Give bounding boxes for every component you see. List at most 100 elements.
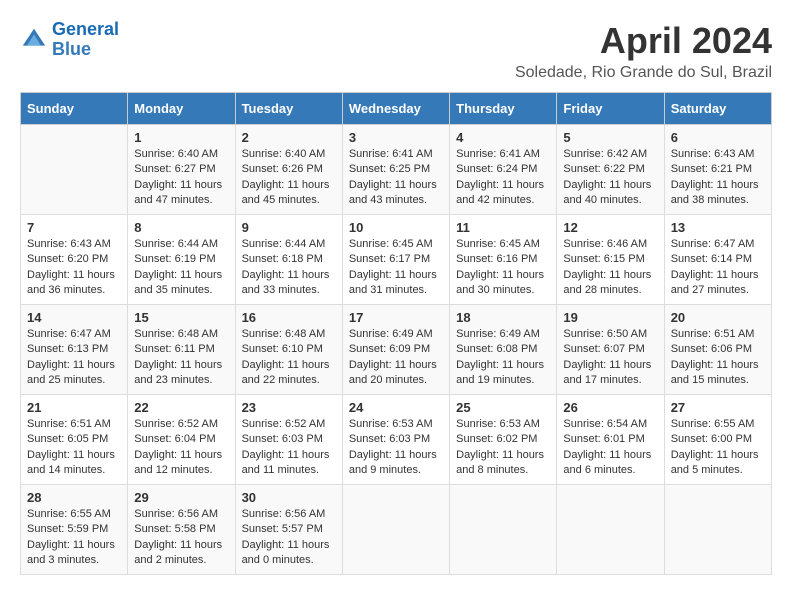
day-info: Sunrise: 6:43 AMSunset: 6:21 PMDaylight:… [671, 147, 765, 209]
logo-icon [20, 26, 48, 54]
day-info: Sunrise: 6:54 AMSunset: 6:01 PMDaylight:… [563, 417, 657, 479]
day-number: 2 [242, 130, 336, 145]
day-cell: 14Sunrise: 6:47 AMSunset: 6:13 PMDayligh… [21, 305, 128, 395]
day-info: Sunrise: 6:49 AMSunset: 6:08 PMDaylight:… [456, 327, 550, 389]
week-row-5: 28 Sunrise: 6:55 AMSunset: 5:59 PMDayligh… [21, 485, 772, 575]
location-title: Soledade, Rio Grande do Sul, Brazil [515, 64, 772, 82]
day-cell: 18 Sunrise: 6:49 AMSunset: 6:08 PMDayligh… [450, 305, 557, 395]
day-number: 16 [242, 310, 336, 325]
day-cell: 9 Sunrise: 6:44 AMSunset: 6:18 PMDaylight… [235, 215, 342, 305]
day-info: Sunrise: 6:55 AMSunset: 6:00 PMDaylight:… [671, 417, 765, 479]
day-cell [557, 485, 664, 575]
day-cell: 15 Sunrise: 6:48 AMSunset: 6:11 PMDayligh… [128, 305, 235, 395]
day-number: 20 [671, 310, 765, 325]
weekday-header-row: SundayMondayTuesdayWednesdayThursdayFrid… [21, 93, 772, 125]
weekday-header-saturday: Saturday [664, 93, 771, 125]
day-cell: 12Sunrise: 6:46 AMSunset: 6:15 PMDayligh… [557, 215, 664, 305]
day-info: Sunrise: 6:41 AMSunset: 6:25 PMDaylight:… [349, 147, 443, 209]
day-number: 9 [242, 220, 336, 235]
day-cell [21, 125, 128, 215]
day-cell: 26 Sunrise: 6:54 AMSunset: 6:01 PMDayligh… [557, 395, 664, 485]
day-cell: 16Sunrise: 6:48 AMSunset: 6:10 PMDayligh… [235, 305, 342, 395]
day-cell: 8 Sunrise: 6:44 AMSunset: 6:19 PMDaylight… [128, 215, 235, 305]
day-info: Sunrise: 6:45 AMSunset: 6:17 PMDaylight:… [349, 237, 443, 299]
day-number: 28 [27, 490, 121, 505]
day-info: Sunrise: 6:40 AMSunset: 6:27 PMDaylight:… [134, 147, 228, 209]
day-number: 15 [134, 310, 228, 325]
day-number: 5 [563, 130, 657, 145]
week-row-4: 21Sunrise: 6:51 AMSunset: 6:05 PMDayligh… [21, 395, 772, 485]
day-cell: 25 Sunrise: 6:53 AMSunset: 6:02 PMDayligh… [450, 395, 557, 485]
day-cell: 30Sunrise: 6:56 AMSunset: 5:57 PMDayligh… [235, 485, 342, 575]
day-info: Sunrise: 6:48 AMSunset: 6:11 PMDaylight:… [134, 327, 228, 389]
day-info: Sunrise: 6:46 AMSunset: 6:15 PMDaylight:… [563, 237, 657, 299]
day-info: Sunrise: 6:53 AMSunset: 6:02 PMDaylight:… [456, 417, 550, 479]
month-title: April 2024 [515, 20, 772, 62]
day-number: 13 [671, 220, 765, 235]
logo-text: General Blue [52, 20, 119, 60]
title-block: April 2024 Soledade, Rio Grande do Sul, … [515, 20, 772, 82]
day-cell: 29Sunrise: 6:56 AMSunset: 5:58 PMDayligh… [128, 485, 235, 575]
day-number: 23 [242, 400, 336, 415]
week-row-3: 14Sunrise: 6:47 AMSunset: 6:13 PMDayligh… [21, 305, 772, 395]
day-info: Sunrise: 6:47 AMSunset: 6:14 PMDaylight:… [671, 237, 765, 299]
day-info: Sunrise: 6:41 AMSunset: 6:24 PMDaylight:… [456, 147, 550, 209]
day-number: 19 [563, 310, 657, 325]
day-number: 11 [456, 220, 550, 235]
day-info: Sunrise: 6:44 AMSunset: 6:19 PMDaylight:… [134, 237, 228, 299]
day-info: Sunrise: 6:50 AMSunset: 6:07 PMDaylight:… [563, 327, 657, 389]
day-number: 27 [671, 400, 765, 415]
weekday-header-wednesday: Wednesday [342, 93, 449, 125]
day-cell: 21Sunrise: 6:51 AMSunset: 6:05 PMDayligh… [21, 395, 128, 485]
weekday-header-monday: Monday [128, 93, 235, 125]
day-cell: 5 Sunrise: 6:42 AMSunset: 6:22 PMDaylight… [557, 125, 664, 215]
day-info: Sunrise: 6:40 AMSunset: 6:26 PMDaylight:… [242, 147, 336, 209]
day-number: 25 [456, 400, 550, 415]
day-number: 10 [349, 220, 443, 235]
day-number: 1 [134, 130, 228, 145]
page-header: General Blue April 2024 Soledade, Rio Gr… [20, 20, 772, 82]
day-cell [664, 485, 771, 575]
day-info: Sunrise: 6:52 AMSunset: 6:03 PMDaylight:… [242, 417, 336, 479]
day-cell: 7Sunrise: 6:43 AMSunset: 6:20 PMDaylight… [21, 215, 128, 305]
day-cell: 11 Sunrise: 6:45 AMSunset: 6:16 PMDayligh… [450, 215, 557, 305]
day-info: Sunrise: 6:53 AMSunset: 6:03 PMDaylight:… [349, 417, 443, 479]
weekday-header-tuesday: Tuesday [235, 93, 342, 125]
day-info: Sunrise: 6:56 AMSunset: 5:57 PMDaylight:… [242, 507, 336, 569]
day-cell: 1 Sunrise: 6:40 AMSunset: 6:27 PMDaylight… [128, 125, 235, 215]
day-info: Sunrise: 6:55 AMSunset: 5:59 PMDaylight:… [27, 507, 121, 569]
day-info: Sunrise: 6:51 AMSunset: 6:06 PMDaylight:… [671, 327, 765, 389]
day-cell: 20 Sunrise: 6:51 AMSunset: 6:06 PMDayligh… [664, 305, 771, 395]
day-cell: 19 Sunrise: 6:50 AMSunset: 6:07 PMDayligh… [557, 305, 664, 395]
day-info: Sunrise: 6:56 AMSunset: 5:58 PMDaylight:… [134, 507, 228, 569]
weekday-header-friday: Friday [557, 93, 664, 125]
day-cell: 10 Sunrise: 6:45 AMSunset: 6:17 PMDayligh… [342, 215, 449, 305]
day-number: 26 [563, 400, 657, 415]
day-cell: 3Sunrise: 6:41 AMSunset: 6:25 PMDaylight… [342, 125, 449, 215]
day-number: 17 [349, 310, 443, 325]
weekday-header-sunday: Sunday [21, 93, 128, 125]
day-cell: 23 Sunrise: 6:52 AMSunset: 6:03 PMDayligh… [235, 395, 342, 485]
day-number: 8 [134, 220, 228, 235]
logo: General Blue [20, 20, 119, 60]
day-number: 14 [27, 310, 121, 325]
day-info: Sunrise: 6:44 AMSunset: 6:18 PMDaylight:… [242, 237, 336, 299]
day-cell [342, 485, 449, 575]
day-cell [450, 485, 557, 575]
day-number: 21 [27, 400, 121, 415]
week-row-2: 7Sunrise: 6:43 AMSunset: 6:20 PMDaylight… [21, 215, 772, 305]
day-number: 18 [456, 310, 550, 325]
day-cell: 6 Sunrise: 6:43 AMSunset: 6:21 PMDaylight… [664, 125, 771, 215]
day-number: 6 [671, 130, 765, 145]
day-info: Sunrise: 6:42 AMSunset: 6:22 PMDaylight:… [563, 147, 657, 209]
day-info: Sunrise: 6:49 AMSunset: 6:09 PMDaylight:… [349, 327, 443, 389]
week-row-1: 1 Sunrise: 6:40 AMSunset: 6:27 PMDaylight… [21, 125, 772, 215]
calendar-table: SundayMondayTuesdayWednesdayThursdayFrid… [20, 92, 772, 575]
day-number: 22 [134, 400, 228, 415]
day-info: Sunrise: 6:45 AMSunset: 6:16 PMDaylight:… [456, 237, 550, 299]
day-info: Sunrise: 6:43 AMSunset: 6:20 PMDaylight:… [27, 237, 121, 299]
day-cell: 4Sunrise: 6:41 AMSunset: 6:24 PMDaylight… [450, 125, 557, 215]
day-number: 24 [349, 400, 443, 415]
day-cell: 28 Sunrise: 6:55 AMSunset: 5:59 PMDayligh… [21, 485, 128, 575]
day-cell: 27 Sunrise: 6:55 AMSunset: 6:00 PMDayligh… [664, 395, 771, 485]
